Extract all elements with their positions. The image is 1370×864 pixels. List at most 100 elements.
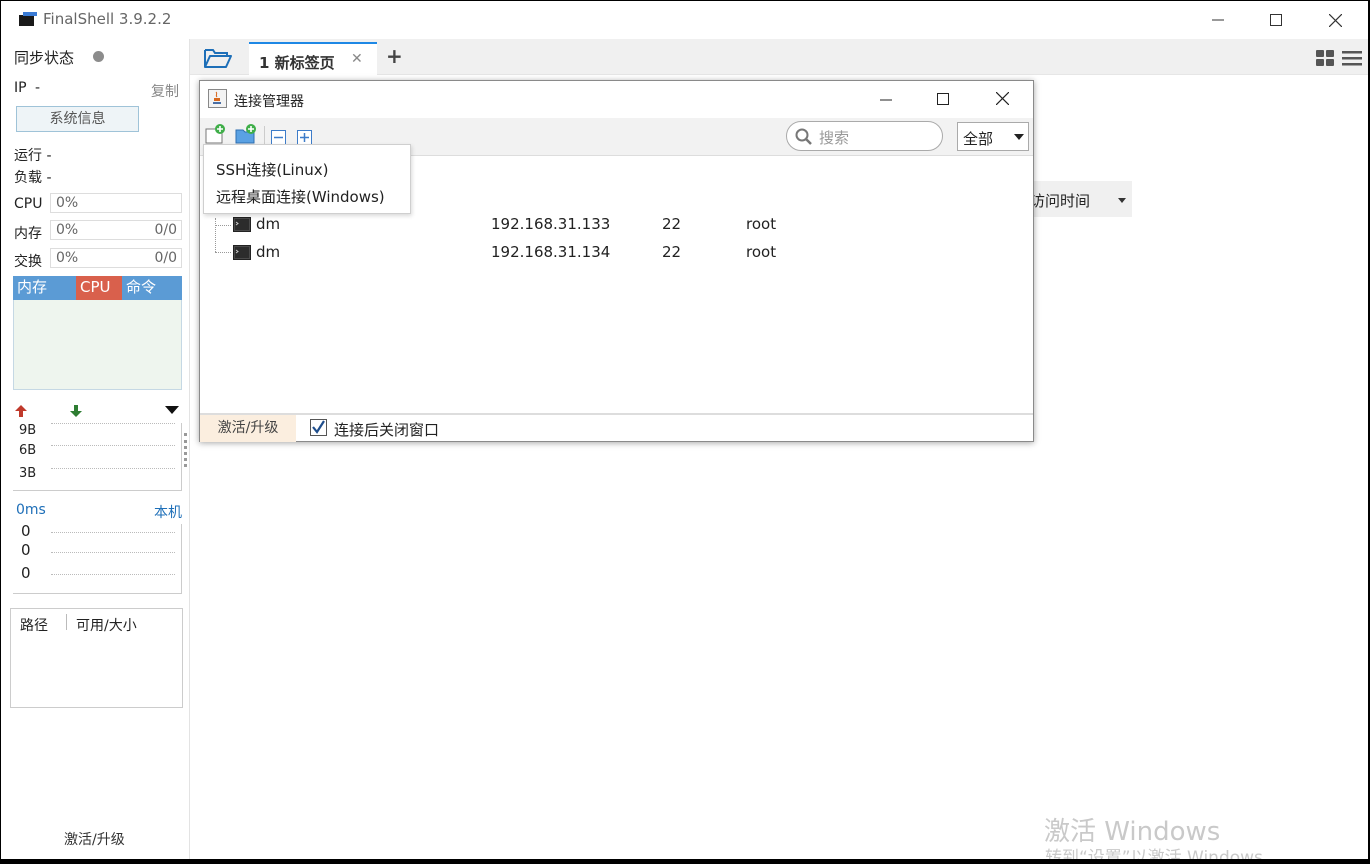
sort-label: 访问时间 — [1030, 192, 1091, 210]
dialog-minimize-icon[interactable] — [880, 99, 892, 101]
tab-new-tab[interactable]: 1 新标签页 ✕ — [249, 42, 377, 75]
connection-port: 22 — [662, 215, 682, 233]
close-button[interactable] — [1306, 1, 1364, 39]
monitor-sidebar: 同步状态 IP - 复制 系统信息 运行 - 负载 - CPU 0% 内存 0%… — [1, 39, 189, 859]
close-icon — [1328, 13, 1342, 27]
ping-value: 0 — [21, 522, 31, 540]
close-after-connect-checkbox[interactable] — [310, 419, 327, 436]
menu-item-rdp[interactable]: 远程桌面连接(Windows) — [216, 186, 385, 207]
session-tab-bar: 1 新标签页 ✕ + — [190, 39, 1368, 75]
terminal-icon — [233, 245, 251, 260]
connection-name: dm — [256, 243, 281, 261]
sync-status-dot — [93, 51, 104, 62]
maximize-icon — [1270, 14, 1282, 26]
terminal-icon — [233, 217, 251, 232]
sync-status-label: 同步状态 — [14, 49, 75, 67]
swap-label: 交换 — [14, 254, 42, 270]
connection-user: root — [746, 215, 777, 233]
expand-all-icon[interactable] — [297, 130, 312, 145]
app-logo-icon — [19, 12, 37, 26]
title-bar: FinalShell 3.9.2.2 — [1, 1, 1368, 39]
filter-value: 全部 — [963, 130, 994, 148]
chevron-down-icon — [1014, 134, 1024, 140]
disk-header-path[interactable]: 路径 — [20, 615, 48, 635]
net-scale-6b: 6B — [19, 443, 37, 458]
ping-host[interactable]: 本机 — [154, 502, 182, 522]
system-info-button[interactable]: 系统信息 — [16, 106, 139, 132]
swap-detail: 0/0 — [154, 250, 177, 266]
gridline — [51, 468, 175, 469]
menu-item-ssh[interactable]: SSH连接(Linux) — [216, 159, 328, 180]
new-folder-icon[interactable] — [235, 124, 257, 144]
dialog-close-icon[interactable] — [996, 92, 1009, 105]
gridline — [51, 552, 175, 553]
collapse-all-icon[interactable] — [271, 130, 286, 145]
ping-latency: 0ms — [16, 502, 46, 518]
connection-manager-dialog: 连接管理器 搜索 全部 dm 192.168.31.133 22 root dm… — [199, 80, 1034, 442]
ping-value: 0 — [21, 541, 31, 559]
connection-port: 22 — [662, 243, 682, 261]
new-connection-icon[interactable] — [205, 124, 227, 144]
search-placeholder: 搜索 — [819, 129, 850, 147]
column-divider — [66, 614, 67, 630]
tab-close-icon[interactable]: ✕ — [351, 51, 363, 67]
gridline — [51, 574, 175, 575]
upload-arrow-icon — [15, 405, 27, 417]
ip-value: - — [35, 80, 41, 96]
activate-upgrade-link[interactable]: 激活/升级 — [64, 829, 125, 849]
gridline — [51, 423, 175, 424]
disk-header-size[interactable]: 可用/大小 — [76, 615, 137, 635]
tab-cpu[interactable]: CPU — [76, 276, 122, 300]
connection-row[interactable]: dm 192.168.31.134 22 root — [200, 240, 1033, 266]
folder-open-icon[interactable] — [204, 47, 232, 69]
process-graph — [13, 300, 182, 390]
search-input[interactable]: 搜索 — [786, 121, 943, 151]
cpu-meter: 0% — [50, 193, 182, 213]
cpu-label: CPU — [14, 196, 43, 212]
java-app-icon — [208, 89, 227, 108]
net-scale-3b: 3B — [19, 466, 37, 481]
mem-label: 内存 — [14, 226, 42, 242]
tab-memory[interactable]: 内存 — [13, 276, 76, 300]
menu-icon[interactable] — [1342, 51, 1362, 66]
tab-command[interactable]: 命令 — [122, 276, 182, 300]
checkmark-icon — [312, 420, 325, 434]
tab-label: 1 新标签页 — [259, 54, 335, 72]
interface-dropdown-icon[interactable] — [165, 406, 179, 414]
copy-ip-link[interactable]: 复制 — [151, 81, 179, 101]
dialog-title-bar: 连接管理器 — [200, 81, 1033, 118]
gridline — [51, 532, 175, 533]
mem-value: 0% — [56, 222, 79, 238]
window-title: FinalShell 3.9.2.2 — [43, 10, 172, 28]
dialog-title: 连接管理器 — [234, 94, 304, 110]
disk-table: 路径 可用/大小 — [10, 608, 183, 708]
connection-row[interactable]: dm 192.168.31.133 22 root — [200, 212, 1033, 238]
sort-dropdown[interactable]: 访问时间 — [1024, 181, 1132, 217]
windows-activation-hint: 转到“设置”以激活 Windows。 — [1045, 848, 1280, 859]
connection-name: dm — [256, 215, 281, 233]
network-graph: 9B 6B 3B — [13, 423, 182, 491]
ping-value: 0 — [21, 564, 31, 582]
mem-detail: 0/0 — [154, 222, 177, 238]
net-scale-9b: 9B — [19, 423, 37, 438]
ip-label: IP — [14, 80, 27, 96]
maximize-button[interactable] — [1247, 1, 1305, 39]
swap-value: 0% — [56, 250, 79, 266]
dialog-footer: 激活/升级 连接后关闭窗口 — [200, 413, 1033, 442]
chevron-down-icon — [1118, 198, 1126, 203]
close-after-connect-label[interactable]: 连接后关闭窗口 — [334, 419, 439, 440]
filter-select[interactable]: 全部 — [957, 122, 1029, 151]
cpu-value: 0% — [56, 195, 79, 211]
activate-upgrade-button[interactable]: 激活/升级 — [200, 415, 296, 442]
dialog-maximize-icon[interactable] — [937, 93, 949, 105]
run-status: 运行 - — [14, 148, 52, 164]
mem-meter: 0% 0/0 — [50, 220, 182, 240]
minimize-icon — [1212, 19, 1224, 21]
add-tab-icon[interactable]: + — [386, 44, 403, 68]
resize-handle[interactable] — [184, 433, 187, 467]
new-connection-menu: SSH连接(Linux) 远程桌面连接(Windows) — [203, 144, 411, 214]
connection-host: 192.168.31.133 — [491, 215, 611, 233]
minimize-button[interactable] — [1189, 1, 1247, 39]
grid-view-icon[interactable] — [1316, 50, 1335, 67]
swap-meter: 0% 0/0 — [50, 248, 182, 268]
